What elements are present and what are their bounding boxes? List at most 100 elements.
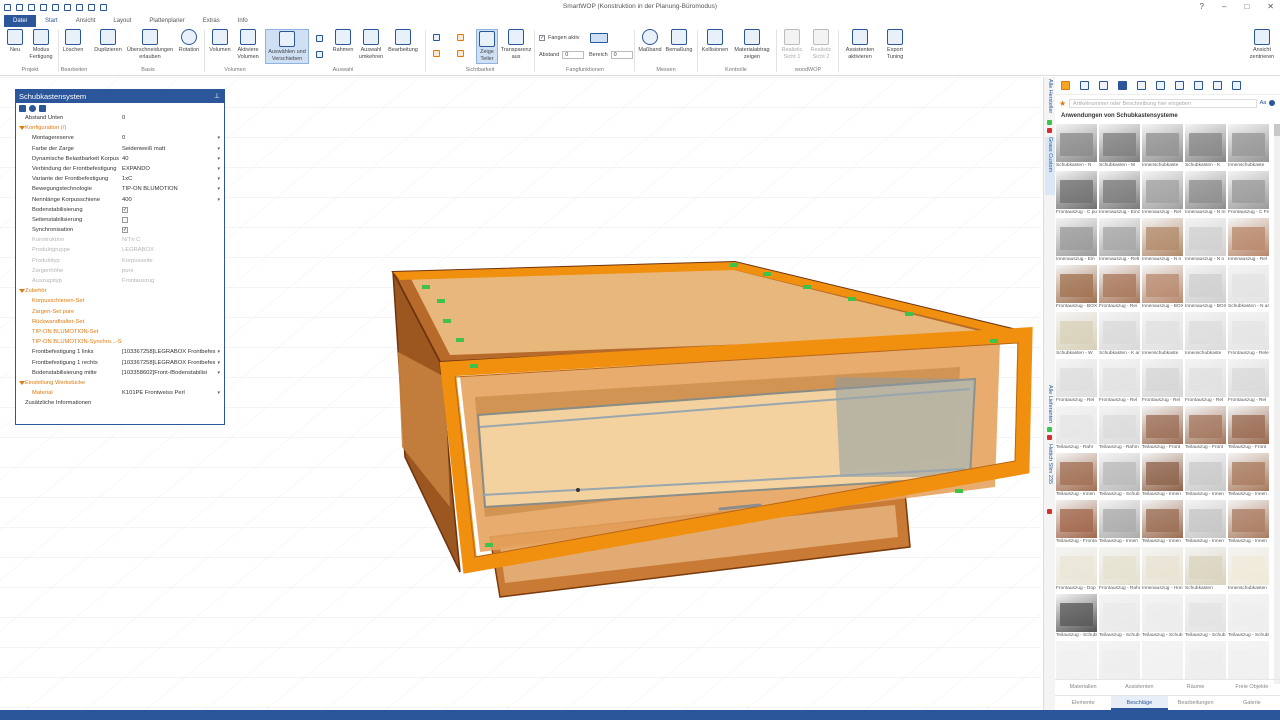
vtab-all-manufacturers[interactable]: Alle Hersteller bbox=[1045, 79, 1055, 119]
view-toggle-icon[interactable] bbox=[457, 50, 464, 57]
property-row[interactable]: Konfiguration (/) bbox=[16, 123, 224, 133]
catalog-item[interactable]: Frontauszug - Rel bbox=[1142, 359, 1183, 404]
pin-icon[interactable]: ⊥ bbox=[214, 90, 220, 103]
chevron-down-icon[interactable] bbox=[1061, 81, 1070, 90]
new-button[interactable]: Neu bbox=[5, 29, 25, 54]
redo-icon[interactable] bbox=[28, 4, 35, 11]
property-value[interactable]: 0 bbox=[122, 113, 218, 123]
show-divider-button[interactable]: Zeige Teiler bbox=[476, 29, 498, 64]
range-field[interactable]: Bereich 0 bbox=[589, 51, 633, 59]
property-row[interactable]: Seitenstabilisierung bbox=[16, 215, 224, 225]
property-row[interactable]: Farbe der Zarge Seidenweiß matt ▾ bbox=[16, 144, 224, 154]
property-value[interactable]: Frontauszug bbox=[122, 276, 218, 286]
property-row[interactable]: Konstruktion N/Tn C bbox=[16, 235, 224, 245]
tool-icon[interactable] bbox=[52, 4, 59, 11]
catalog-item[interactable]: Teilauszug - Schub bbox=[1142, 594, 1183, 639]
property-row[interactable]: Zargenhöhe pure bbox=[16, 266, 224, 276]
catalog-item[interactable]: Innenauszug - Relt bbox=[1099, 218, 1140, 263]
customize-qat-icon[interactable] bbox=[100, 4, 107, 11]
catalog-item[interactable]: Frontauszug - BOX bbox=[1056, 265, 1097, 310]
export-tuning-button[interactable]: Export Tuning bbox=[881, 29, 909, 60]
modus-fertigung-button[interactable]: Modus Fertigung bbox=[27, 29, 55, 60]
maximize-button[interactable]: □ bbox=[1244, 2, 1249, 11]
property-value[interactable]: pure bbox=[122, 266, 218, 276]
tab-elements[interactable]: Elemente bbox=[1055, 696, 1111, 710]
allow-overlaps-button[interactable]: Überschneidungen erlauben bbox=[126, 29, 174, 60]
catalog-item[interactable]: Innenauszug - Rel bbox=[1228, 218, 1269, 263]
property-value[interactable]: TIP-ON BLUMOTION bbox=[122, 184, 218, 194]
rail-icon[interactable] bbox=[1213, 81, 1222, 90]
connector-icon[interactable] bbox=[1156, 81, 1165, 90]
property-row[interactable]: Bodenstabilisierung mitte [103358602]Fron… bbox=[16, 368, 224, 378]
layout-icon[interactable] bbox=[76, 4, 83, 11]
dropdown-arrow-icon[interactable]: ▾ bbox=[217, 347, 220, 357]
cabinet-icon[interactable] bbox=[1080, 81, 1089, 90]
catalog-item[interactable]: Frontauszug - Rel bbox=[1185, 359, 1226, 404]
property-row[interactable]: Verbindung der Frontbefestigung EXPANDO ▾ bbox=[16, 164, 224, 174]
catalog-item[interactable]: Innenauszug - N n bbox=[1185, 218, 1226, 263]
tab-assistants[interactable]: Assistenten bbox=[1111, 680, 1167, 695]
property-row[interactable]: Montagereserve 0 ▾ bbox=[16, 133, 224, 143]
catalog-item[interactable]: Frontauszug - Rel bbox=[1099, 359, 1140, 404]
view-toggle-icon[interactable] bbox=[457, 34, 464, 41]
property-row[interactable]: Rückwandhalter-Set bbox=[16, 317, 224, 327]
tab-free-objects[interactable]: Freie Objekte bbox=[1224, 680, 1280, 695]
catalog-item[interactable]: Teilauszug - Innen bbox=[1142, 500, 1183, 545]
view-toggle-icon[interactable] bbox=[433, 34, 440, 41]
tab-info[interactable]: Info bbox=[229, 15, 257, 27]
catalog-item[interactable]: Frontauszug - C pu bbox=[1056, 171, 1097, 216]
catalog-item[interactable]: Innenauszug - Einz bbox=[1099, 171, 1140, 216]
catalog-item[interactable]: Frontauszug - Rahe bbox=[1099, 547, 1140, 592]
dropdown-arrow-icon[interactable]: ▾ bbox=[217, 154, 220, 164]
catalog-item[interactable]: Frontauszug - Rel bbox=[1228, 359, 1269, 404]
material-removal-button[interactable]: Materialabtrag zeigen bbox=[731, 29, 773, 60]
property-value[interactable]: LEGRABOX bbox=[122, 245, 218, 255]
save-icon[interactable] bbox=[19, 105, 26, 112]
property-row[interactable]: Produkttyp Korpusseite bbox=[16, 256, 224, 266]
settings-icon[interactable] bbox=[39, 105, 46, 112]
catalog-item[interactable]: Teilauszug - Front bbox=[1228, 406, 1269, 451]
close-button[interactable]: ✕ bbox=[1267, 2, 1274, 11]
rotation-button[interactable]: Rotation bbox=[177, 29, 201, 54]
catalog-item[interactable]: Schubkasten - W bbox=[1056, 312, 1097, 357]
catalog-item[interactable]: Frontauszug - Rel bbox=[1056, 359, 1097, 404]
view-toggle-icon[interactable] bbox=[433, 50, 440, 57]
match-case-toggle[interactable]: Aa bbox=[1257, 100, 1269, 106]
catalog-item[interactable]: Teilauszug - Innen bbox=[1185, 500, 1226, 545]
catalog-item[interactable]: Teilauszug - Rahr bbox=[1056, 406, 1097, 451]
catalog-item[interactable]: Teilauszug - Front bbox=[1142, 406, 1183, 451]
property-checkbox[interactable]: ✓ bbox=[122, 227, 128, 234]
catalog-item[interactable]: Schubkasten - N ar bbox=[1228, 265, 1269, 310]
dimensioning-button[interactable]: Bemaßung bbox=[665, 29, 693, 54]
tab-view[interactable]: Ansicht bbox=[67, 15, 105, 27]
delete-button[interactable]: Löschen bbox=[61, 29, 85, 54]
volume-button[interactable]: Volumen bbox=[207, 29, 233, 54]
help-icon[interactable]: ? bbox=[1200, 2, 1204, 11]
property-row[interactable]: Bewegungstechnologie TIP-ON BLUMOTION ▾ bbox=[16, 184, 224, 194]
property-checkbox[interactable] bbox=[122, 216, 128, 223]
catalog-item[interactable]: Teilauszug - Innen bbox=[1185, 453, 1226, 498]
activate-volume-button[interactable]: Aktiviere Volumen bbox=[234, 29, 262, 60]
property-row[interactable]: Auszugstyp Frontauszug bbox=[16, 276, 224, 286]
catalog-item[interactable]: Teilauszug - Innen bbox=[1056, 453, 1097, 498]
dropdown-arrow-icon[interactable]: ▾ bbox=[217, 184, 220, 194]
dropdown-arrow-icon[interactable]: ▾ bbox=[217, 174, 220, 184]
property-value[interactable]: 400 bbox=[122, 195, 218, 205]
tab-processing[interactable]: Bearbeitungen bbox=[1168, 696, 1224, 710]
catalog-item[interactable]: Innenauszug - Hori bbox=[1142, 547, 1183, 592]
snap-active-checkbox[interactable]: ✓ Fangen aktiv bbox=[539, 35, 580, 41]
catalog-item[interactable]: Innenschubkaste bbox=[1185, 312, 1226, 357]
catalog-item[interactable]: Schubkasten - K bbox=[1185, 124, 1226, 169]
tab-materials[interactable]: Materialien bbox=[1055, 680, 1111, 695]
catalog-item[interactable]: Schubkasten - N bbox=[1056, 124, 1097, 169]
property-checkbox[interactable]: ✓ bbox=[122, 206, 128, 213]
catalog-item[interactable]: Innenauszug - Ein bbox=[1056, 218, 1097, 263]
catalog-item[interactable]: Innenschubkasten bbox=[1228, 547, 1269, 592]
camera-icon[interactable] bbox=[40, 4, 47, 11]
property-value[interactable]: 0 bbox=[122, 133, 218, 143]
catalog-item[interactable]: Schubkasten - K ar bbox=[1099, 312, 1140, 357]
property-row[interactable]: Produktgruppe LEGRABOX bbox=[16, 245, 224, 255]
catalog-item[interactable]: Teilauszug - Schub bbox=[1099, 453, 1140, 498]
property-value[interactable]: EXPANDO bbox=[122, 164, 218, 174]
tab-extras[interactable]: Extras bbox=[194, 15, 229, 27]
